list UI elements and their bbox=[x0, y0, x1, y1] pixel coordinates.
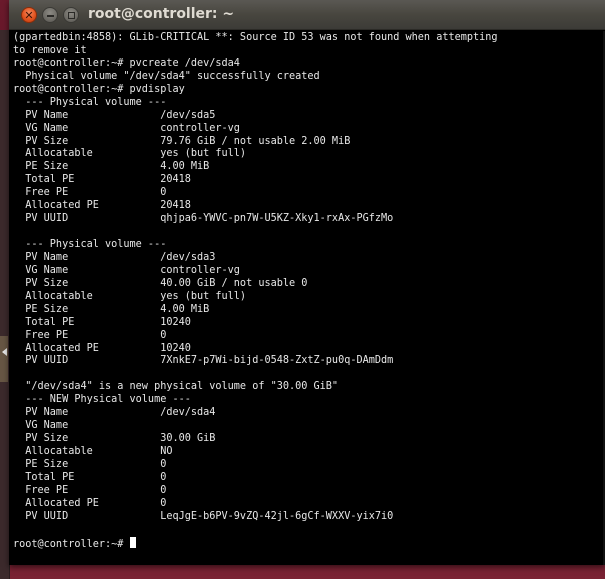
terminal-line: --- Physical volume --- bbox=[13, 97, 601, 110]
terminal-line: PE Size 4.00 MiB bbox=[13, 304, 601, 317]
terminal-line: --- NEW Physical volume --- bbox=[13, 394, 601, 407]
terminal-line-text: PV Size 30.00 GiB bbox=[13, 433, 216, 445]
terminal-output[interactable]: (gpartedbin:4858): GLib-CRITICAL **: Sou… bbox=[13, 32, 601, 560]
terminal-line: --- Physical volume --- bbox=[13, 239, 601, 252]
terminal-line-text: root@controller:~# pvcreate /dev/sda4 bbox=[13, 57, 240, 69]
terminal-line-text: Allocated PE 0 bbox=[13, 497, 167, 509]
terminal-line-text: --- Physical volume --- bbox=[13, 239, 167, 250]
terminal-line-text: to remove it bbox=[13, 44, 87, 56]
terminal-line: PV Name /dev/sda3 bbox=[13, 252, 601, 265]
launcher-active-tile[interactable] bbox=[0, 336, 8, 382]
terminal-line: Allocatable NO bbox=[13, 446, 601, 459]
terminal-line-text: PV Name /dev/sda3 bbox=[13, 251, 216, 263]
terminal-line: PV Size 30.00 GiB bbox=[13, 433, 601, 446]
terminal-line-text: Allocatable NO bbox=[13, 446, 173, 457]
terminal-line-text: --- Physical volume --- bbox=[13, 96, 167, 108]
terminal-line-text: Total PE 10240 bbox=[13, 316, 191, 328]
terminal-line: "/dev/sda4" is a new physical volume of … bbox=[13, 381, 601, 394]
prompt-line: root@controller:~# bbox=[13, 536, 601, 550]
terminal-line-text: Free PE 0 bbox=[13, 329, 167, 341]
terminal-line-text: Allocatable yes (but full) bbox=[13, 290, 247, 302]
terminal-line-text: PV Size 79.76 GiB / not usable 2.00 MiB bbox=[13, 135, 351, 147]
terminal-line: PE Size 0 bbox=[13, 459, 601, 472]
terminal-line: Total PE 20418 bbox=[13, 174, 601, 187]
terminal-line: PV Name /dev/sda5 bbox=[13, 110, 601, 123]
terminal-line: root@controller:~# pvdisplay bbox=[13, 84, 601, 97]
terminal-line-text: VG Name controller-vg bbox=[13, 122, 240, 134]
maximize-button[interactable] bbox=[63, 7, 79, 23]
terminal-line-text: PV Name /dev/sda5 bbox=[13, 109, 216, 121]
close-button[interactable]: ✕ bbox=[21, 7, 37, 23]
terminal-line-text: root@controller:~# bbox=[13, 538, 130, 550]
terminal-line: to remove it bbox=[13, 45, 601, 58]
terminal-line: Total PE 10240 bbox=[13, 317, 601, 330]
terminal-line-text: VG Name bbox=[13, 420, 69, 432]
terminal-line-text: PV UUID 7XnkE7-p7Wi-bijd-0548-ZxtZ-pu0q-… bbox=[13, 355, 394, 367]
terminal-line-text: Allocatable yes (but full) bbox=[13, 148, 247, 160]
terminal-line-text: PV UUID qhjpa6-YWVC-pn7W-U5KZ-Xky1-rxAx-… bbox=[13, 213, 394, 225]
terminal-line-text: PE Size 4.00 MiB bbox=[13, 161, 210, 173]
terminal-line-text: PV Name /dev/sda4 bbox=[13, 407, 216, 419]
terminal-line: Allocatable yes (but full) bbox=[13, 291, 601, 304]
terminal-line: Free PE 0 bbox=[13, 330, 601, 343]
terminal-line: Physical volume "/dev/sda4" successfully… bbox=[13, 71, 601, 84]
terminal-line-text: PV Size 40.00 GiB / not usable 0 bbox=[13, 277, 308, 289]
terminal-line: PE Size 4.00 MiB bbox=[13, 161, 601, 174]
terminal-line-text: Free PE 0 bbox=[13, 484, 167, 496]
terminal-line: PV Size 79.76 GiB / not usable 2.00 MiB bbox=[13, 136, 601, 149]
terminal-line: Allocated PE 20418 bbox=[13, 200, 601, 213]
terminal-line-text: root@controller:~# pvdisplay bbox=[13, 83, 185, 95]
terminal-line-text: Allocated PE 10240 bbox=[13, 342, 191, 354]
terminal-line: PV Name /dev/sda4 bbox=[13, 407, 601, 420]
terminal-line: PV UUID qhjpa6-YWVC-pn7W-U5KZ-Xky1-rxAx-… bbox=[13, 213, 601, 226]
terminal-line-text: Allocated PE 20418 bbox=[13, 200, 191, 212]
terminal-line-text: VG Name controller-vg bbox=[13, 264, 240, 276]
terminal-line: VG Name controller-vg bbox=[13, 265, 601, 278]
terminal-line-text: --- NEW Physical volume --- bbox=[13, 394, 191, 406]
terminal-line: VG Name controller-vg bbox=[13, 123, 601, 136]
terminal-line-text: Total PE 0 bbox=[13, 471, 167, 483]
minimize-button[interactable] bbox=[42, 7, 58, 23]
terminal-line: root@controller:~# pvcreate /dev/sda4 bbox=[13, 58, 601, 71]
terminal-line: Allocated PE 0 bbox=[13, 498, 601, 511]
terminal-line-text: "/dev/sda4" is a new physical volume of … bbox=[13, 381, 339, 393]
terminal-line: Total PE 0 bbox=[13, 472, 601, 485]
terminal-line: Allocatable yes (but full) bbox=[13, 148, 601, 161]
window-title: root@controller: ~ bbox=[88, 6, 235, 22]
launcher-active-indicator-icon bbox=[2, 348, 7, 356]
terminal-line-text: Physical volume "/dev/sda4" successfully… bbox=[13, 70, 320, 82]
title-bar[interactable]: ✕ root@controller: ~ bbox=[9, 0, 605, 30]
terminal-line: PV Size 40.00 GiB / not usable 0 bbox=[13, 278, 601, 291]
terminal-line: PV UUID 7XnkE7-p7Wi-bijd-0548-ZxtZ-pu0q-… bbox=[13, 355, 601, 368]
terminal-line-text: PE Size 4.00 MiB bbox=[13, 303, 210, 315]
terminal-line-text: PV UUID LeqJgE-b6PV-9vZQ-42jl-6gCf-WXXV-… bbox=[13, 510, 394, 522]
terminal-line: Free PE 0 bbox=[13, 485, 601, 498]
terminal-line: Allocated PE 10240 bbox=[13, 343, 601, 356]
terminal-window: ✕ root@controller: ~ (gpartedbin:4858): … bbox=[9, 0, 605, 565]
terminal-line: Free PE 0 bbox=[13, 187, 601, 200]
terminal-line: PV UUID LeqJgE-b6PV-9vZQ-42jl-6gCf-WXXV-… bbox=[13, 511, 601, 524]
terminal-line-text: (gpartedbin:4858): GLib-CRITICAL **: Sou… bbox=[13, 32, 498, 43]
terminal-line-text: Free PE 0 bbox=[13, 187, 167, 199]
terminal-line-text: Total PE 20418 bbox=[13, 174, 191, 186]
terminal-line: VG Name bbox=[13, 420, 601, 433]
terminal-line-text: PE Size 0 bbox=[13, 458, 167, 470]
block-cursor-icon bbox=[129, 536, 136, 548]
terminal-line: (gpartedbin:4858): GLib-CRITICAL **: Sou… bbox=[13, 32, 601, 45]
close-icon: ✕ bbox=[24, 9, 34, 22]
